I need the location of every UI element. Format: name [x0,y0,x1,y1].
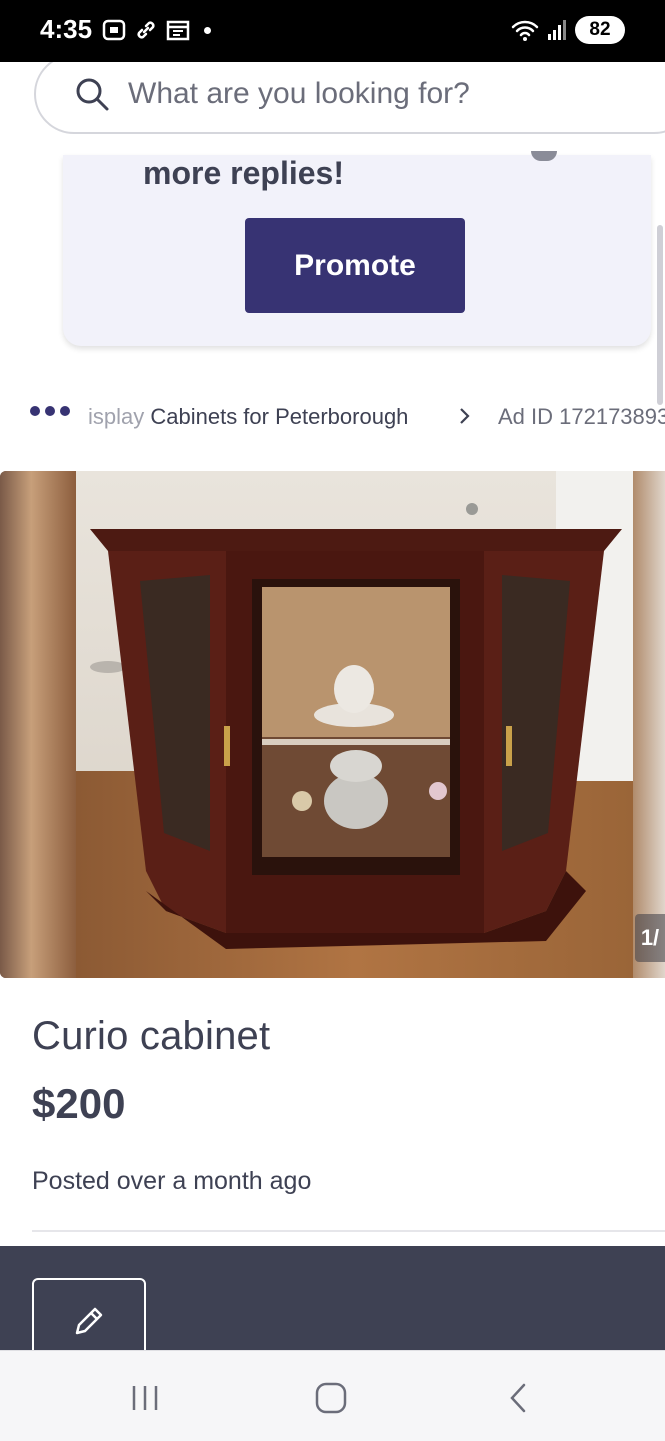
screenshot-icon [102,19,126,41]
breadcrumb: isplay Cabinets for Peterborough Ad ID 1… [0,398,665,438]
search-bar[interactable] [34,54,665,134]
search-icon [76,78,109,111]
search-bar-container [0,50,665,150]
calendar-icon [166,20,190,41]
status-bar: 4:35 82 [0,0,665,62]
photo-counter: 1/ [635,914,665,962]
listing-photo-carousel[interactable]: 1/ [0,471,665,978]
ad-id: Ad ID 172173893 [498,404,665,429]
link-icon [137,21,155,39]
photo-blur-left [0,471,78,978]
owner-actions-panel [0,1246,665,1358]
listing-title: Curio cabinet [32,1014,271,1058]
breadcrumb-more-icon[interactable] [30,406,70,416]
status-icons-left [102,18,211,42]
photo-blur-right [633,471,665,978]
pencil-icon [75,1307,103,1335]
search-input[interactable] [128,74,608,114]
promo-close-icon[interactable] [531,151,557,161]
chevron-right-icon [460,408,470,424]
status-icons-right: 82 [511,16,625,44]
posted-date: Posted over a month ago [32,1167,312,1195]
divider [32,1230,665,1232]
system-nav-bar [0,1350,665,1441]
scrollbar[interactable] [657,225,663,405]
breadcrumb-category[interactable]: isplay Cabinets for Peterborough [88,404,408,430]
home-icon[interactable] [314,1381,348,1415]
back-icon[interactable] [504,1381,534,1415]
breadcrumb-category-faded: isplay [88,404,145,429]
listing-price: $200 [32,1080,126,1127]
listing-photo [76,471,634,978]
edit-button[interactable] [32,1278,146,1358]
notification-dot [204,26,211,34]
battery-indicator: 82 [575,16,625,44]
status-time: 4:35 [40,14,93,44]
promo-text: more replies! [143,155,344,191]
recents-icon[interactable] [130,1383,160,1413]
breadcrumb-category-label: Cabinets for Peterborough [144,404,409,429]
signal-icon [548,20,566,40]
wifi-icon [511,20,539,41]
promote-button[interactable]: Promote [245,218,465,313]
promo-card: more replies! Promote [63,151,651,346]
